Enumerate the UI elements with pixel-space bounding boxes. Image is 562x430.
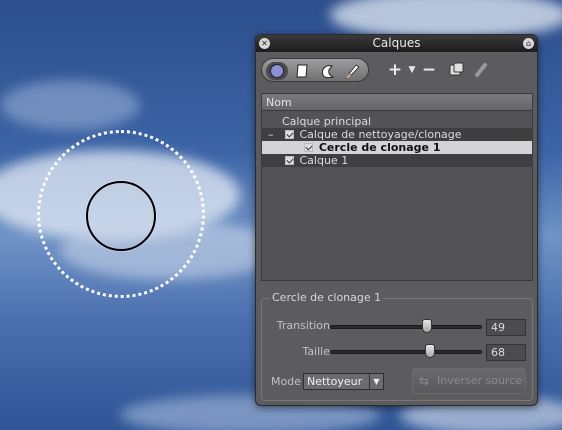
- duplicate-layer-icon[interactable]: [446, 61, 466, 79]
- tool-segmented-control: [261, 58, 369, 82]
- properties-group: Cercle de clonage 1 Transition 49 Taille…: [261, 291, 533, 401]
- taille-slider-track[interactable]: [330, 350, 482, 354]
- transition-slider-thumb[interactable]: [422, 319, 432, 333]
- disable-layer-icon[interactable]: [471, 61, 491, 79]
- layer-row-calque-1[interactable]: Calque 1: [262, 154, 532, 167]
- panel-titlebar[interactable]: ✕ Calques ⌂: [256, 35, 537, 52]
- mode-value: Nettoyeur: [307, 375, 363, 388]
- column-header-name[interactable]: Nom: [262, 94, 532, 111]
- layers-panel: ✕ Calques ⌂ + ▼ − Nom Calque principal –…: [255, 34, 538, 406]
- visibility-checkbox[interactable]: [304, 143, 313, 152]
- polygon-tool-icon[interactable]: [291, 62, 313, 80]
- lasso-tool-icon[interactable]: [317, 62, 339, 80]
- mode-select[interactable]: Nettoyeur ▼: [303, 373, 384, 390]
- close-icon[interactable]: ✕: [259, 38, 270, 49]
- taille-value-field[interactable]: 68: [486, 344, 526, 361]
- brush-tool-icon[interactable]: [342, 62, 364, 80]
- invert-source-button[interactable]: ⇆ Inverser source: [412, 368, 526, 394]
- mode-label: Mode: [271, 375, 301, 388]
- clone-circle-inner[interactable]: [86, 181, 156, 251]
- layer-row-clone-circle[interactable]: Cercle de clonage 1: [262, 141, 532, 154]
- group-title: Cercle de clonage 1: [270, 291, 384, 304]
- layer-row-cleanup[interactable]: – Calque de nettoyage/clonage: [262, 128, 532, 141]
- taille-slider-thumb[interactable]: [425, 344, 435, 358]
- swap-icon: ⇆: [419, 374, 430, 388]
- chevron-down-icon: ▼: [369, 374, 383, 389]
- visibility-checkbox[interactable]: [285, 156, 294, 165]
- layer-row-main[interactable]: Calque principal: [262, 115, 532, 128]
- circle-tool-icon[interactable]: [266, 62, 288, 80]
- info-icon[interactable]: ⌂: [523, 38, 534, 49]
- transition-label: Transition: [276, 319, 330, 332]
- visibility-checkbox[interactable]: [285, 130, 294, 139]
- panel-title: Calques: [372, 36, 421, 50]
- cloud: [0, 80, 140, 130]
- transition-slider-track[interactable]: [330, 325, 482, 329]
- layers-toolbar: + ▼ −: [261, 58, 533, 82]
- taille-label: Taille: [302, 345, 330, 358]
- layer-label: Calque principal: [282, 115, 372, 128]
- transition-value-field[interactable]: 49: [486, 319, 526, 336]
- collapse-icon[interactable]: –: [268, 128, 274, 141]
- layer-label: Cercle de clonage 1: [318, 141, 441, 154]
- layer-label: Calque 1: [299, 154, 349, 167]
- layer-label: Calque de nettoyage/clonage: [299, 128, 462, 141]
- invert-source-label: Inverser source: [437, 374, 523, 387]
- remove-icon[interactable]: −: [419, 61, 439, 79]
- layers-list: Nom Calque principal – Calque de nettoya…: [261, 93, 533, 281]
